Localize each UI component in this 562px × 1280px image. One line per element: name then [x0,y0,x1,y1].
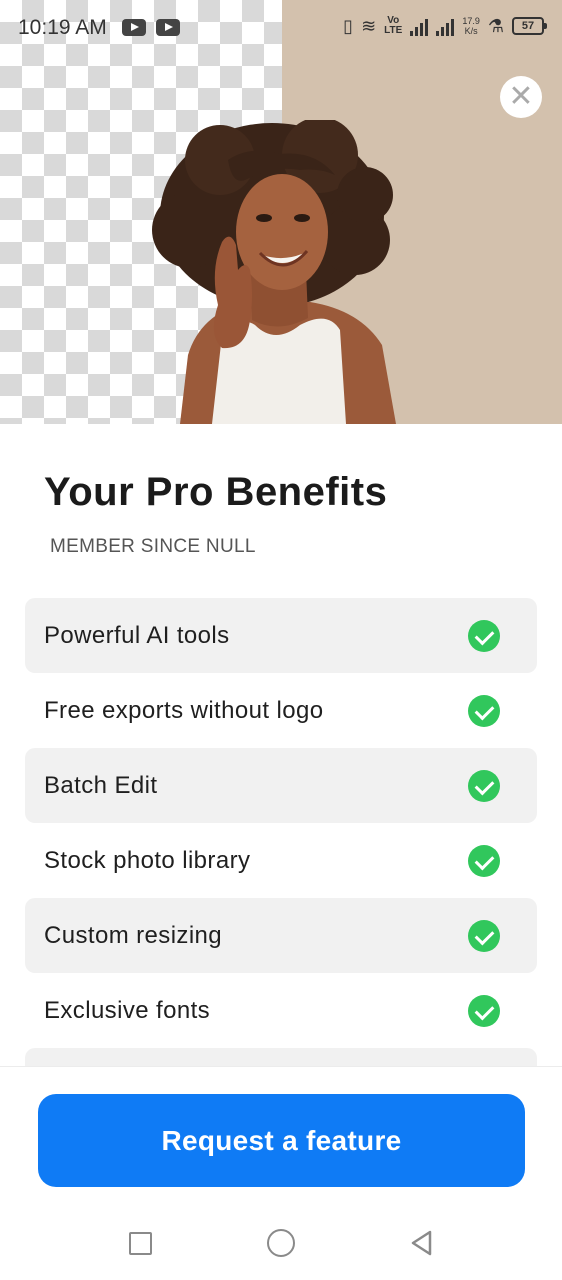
wifi-icon: ≋ [361,16,377,36]
signal-icon [410,16,429,36]
check-circle-icon [468,694,500,727]
benefit-item-partial [25,1048,537,1068]
benefit-item: Exclusive fonts [25,973,537,1048]
network-speed: 17.9 K/s [462,16,480,36]
benefit-item: Custom resizing [25,898,537,973]
request-feature-button[interactable]: Request a feature [38,1094,525,1187]
close-icon: ✕ [508,80,534,113]
home-circle-icon[interactable] [267,1229,295,1257]
member-since-label: MEMBER SINCE NULL [50,536,256,557]
speed-value: 17.9 [462,16,480,26]
signal-icon [436,16,455,36]
volte-indicator: Vo LTE [384,16,402,36]
back-triangle-icon[interactable] [408,1229,436,1257]
battery-icon: 57 [512,17,547,35]
benefit-label: Powerful AI tools [44,621,230,649]
check-circle-icon [468,769,500,802]
benefit-label: Stock photo library [44,846,251,874]
check-circle-icon [468,919,500,952]
battery-level: 57 [521,20,535,32]
benefit-item: Stock photo library [25,823,537,898]
benefit-label: Exclusive fonts [44,996,211,1024]
youtube-icon [122,19,146,36]
lte-label: LTE [384,25,403,36]
woman-portrait-illustration [152,120,396,424]
benefits-list: Powerful AI tools Free exports without l… [25,598,537,1068]
benefit-item: Batch Edit [25,748,537,823]
benefit-item: Powerful AI tools [25,598,537,673]
system-nav-bar [0,1215,562,1275]
lab-flask-icon: ⚗ [487,16,504,36]
benefit-label: Custom resizing [44,921,223,949]
page-title: Your Pro Benefits [44,470,388,514]
youtube-icon [156,19,180,36]
footer: Request a feature [0,1066,562,1280]
check-circle-icon [468,844,500,877]
check-circle-icon [468,619,500,652]
recents-square-icon[interactable] [129,1232,152,1255]
benefit-label: Batch Edit [44,771,158,799]
speed-unit: K/s [464,26,478,36]
benefit-label: Free exports without logo [44,696,324,724]
status-bar: 10:19 AM ▯ ≋ Vo LTE 17.9 K/s ⚗ 57 [0,0,562,56]
check-circle-icon [468,994,500,1027]
benefit-item: Free exports without logo [25,673,537,748]
vibrate-icon: ▯ [343,16,354,36]
close-button[interactable]: ✕ [500,76,542,118]
hero-image [0,0,562,424]
status-time: 10:19 AM [18,16,107,39]
